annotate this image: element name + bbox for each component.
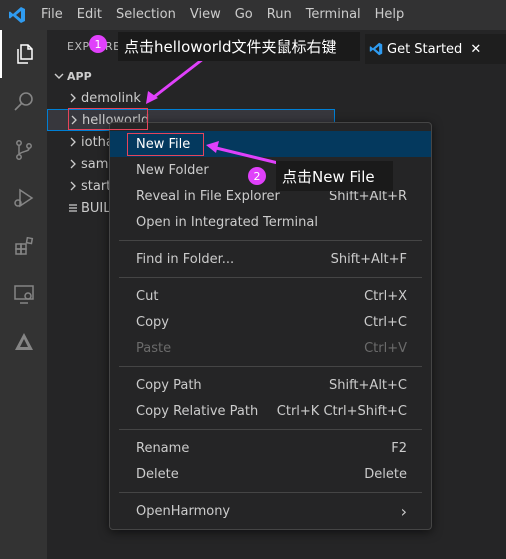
chevron-right-icon <box>65 159 81 169</box>
menu-separator <box>119 277 422 278</box>
menu-separator <box>119 366 422 367</box>
menu-item-label: Copy Path <box>136 377 202 393</box>
section-app[interactable]: APP <box>51 68 92 84</box>
callout-step-2: 点击New File <box>276 161 393 191</box>
menu-terminal[interactable]: Terminal <box>299 0 368 30</box>
menu-item-shortcut: Shift+Alt+C <box>328 377 407 393</box>
chevron-right-icon: › <box>400 501 407 521</box>
menu-edit[interactable]: Edit <box>70 0 109 30</box>
menu-item-open-in-terminal[interactable]: Open in Integrated Terminal <box>110 209 431 235</box>
close-icon[interactable]: ✕ <box>470 42 481 57</box>
menu-item-shortcut: Ctrl+V <box>364 340 407 356</box>
menu-item-label: Copy <box>136 314 169 330</box>
menu-item-label: Open in Integrated Terminal <box>136 214 318 230</box>
extensions-icon[interactable] <box>0 222 47 270</box>
chevron-right-icon <box>65 93 81 103</box>
menu-item-find-in-folder[interactable]: Find in Folder... Shift+Alt+F <box>110 246 431 272</box>
menu-item-label: OpenHarmony <box>136 503 231 519</box>
menu-item-shortcut: Shift+Alt+F <box>330 251 407 267</box>
menu-item-label: New Folder <box>136 162 209 178</box>
tree-item-label: demolink <box>81 90 141 106</box>
menu-item-openharmony[interactable]: OpenHarmony › <box>110 498 431 524</box>
tree-item-demolink[interactable]: demolink <box>47 87 335 109</box>
file-lines-icon <box>65 203 81 213</box>
section-title-label: APP <box>67 69 92 83</box>
step-badge-2: 2 <box>248 167 266 185</box>
highlight-box-helloworld <box>68 108 148 130</box>
menu-run[interactable]: Run <box>260 0 299 30</box>
callout-text: 点击helloworld文件夹鼠标右键 <box>124 38 337 56</box>
chevron-down-icon <box>54 73 64 79</box>
menu-go[interactable]: Go <box>228 0 260 30</box>
menu-bar: File Edit Selection View Go Run Terminal… <box>0 0 506 30</box>
step-badge-1: 1 <box>89 35 107 53</box>
deveco-icon[interactable] <box>0 318 47 366</box>
menu-item-label: Paste <box>136 340 172 356</box>
remote-explorer-icon[interactable] <box>0 270 47 318</box>
vscode-logo-icon <box>0 0 34 30</box>
menu-item-shortcut: F2 <box>391 440 407 456</box>
files-icon[interactable] <box>0 30 47 78</box>
callout-step-1: 点击helloworld文件夹鼠标右键 <box>118 32 360 61</box>
menu-separator <box>119 240 422 241</box>
activity-bar <box>0 30 47 559</box>
chevron-right-icon <box>65 137 81 147</box>
menu-selection[interactable]: Selection <box>109 0 183 30</box>
search-icon[interactable] <box>0 78 47 126</box>
menu-item-label: Rename <box>136 440 190 456</box>
source-control-icon[interactable] <box>0 126 47 174</box>
menu-item-label: Cut <box>136 288 159 304</box>
menu-separator <box>119 429 422 430</box>
tab-label: Get Started <box>387 41 463 57</box>
callout-text: 点击New File <box>282 167 375 186</box>
vscode-tab-icon <box>369 42 383 56</box>
menu-item-copy[interactable]: Copy Ctrl+C <box>110 309 431 335</box>
run-debug-icon[interactable] <box>0 174 47 222</box>
menu-item-shortcut: Delete <box>364 466 407 482</box>
menu-separator <box>119 492 422 493</box>
menu-item-rename[interactable]: Rename F2 <box>110 435 431 461</box>
menu-item-copy-path[interactable]: Copy Path Shift+Alt+C <box>110 372 431 398</box>
menu-item-label: Copy Relative Path <box>136 403 259 419</box>
menu-item-label: Reveal in File Explorer <box>136 188 280 204</box>
menu-item-label: Find in Folder... <box>136 251 235 267</box>
menu-item-label: Delete <box>136 466 179 482</box>
menu-file[interactable]: File <box>34 0 70 30</box>
menu-view[interactable]: View <box>183 0 228 30</box>
menu-item-paste: Paste Ctrl+V <box>110 335 431 361</box>
tab-get-started[interactable]: Get Started ✕ <box>365 34 506 64</box>
menu-item-shortcut: Ctrl+K Ctrl+Shift+C <box>276 403 407 419</box>
menu-item-cut[interactable]: Cut Ctrl+X <box>110 283 431 309</box>
menu-item-delete[interactable]: Delete Delete <box>110 461 431 487</box>
chevron-right-icon <box>65 181 81 191</box>
menu-item-shortcut: Ctrl+C <box>363 314 407 330</box>
highlight-box-new-file <box>127 133 204 156</box>
menu-help[interactable]: Help <box>368 0 412 30</box>
menu-item-copy-relative-path[interactable]: Copy Relative Path Ctrl+K Ctrl+Shift+C <box>110 398 431 424</box>
menu-item-shortcut: Ctrl+X <box>364 288 407 304</box>
